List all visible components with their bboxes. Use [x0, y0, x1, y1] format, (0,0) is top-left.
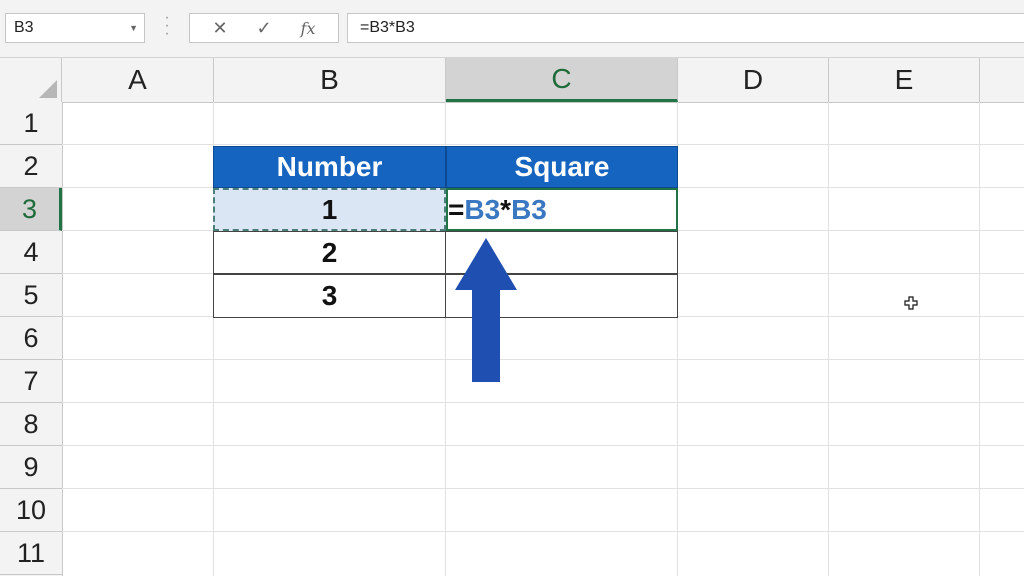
name-box-value: B3 — [14, 19, 34, 36]
row-header-8[interactable]: 8 — [0, 403, 62, 446]
row-headers: 1 2 3 4 5 6 7 8 9 10 11 — [0, 102, 63, 576]
row-header-4[interactable]: 4 — [0, 231, 62, 274]
cell-b3[interactable]: 1 — [213, 188, 446, 231]
column-header-a[interactable]: A — [62, 58, 214, 102]
gridline — [62, 531, 1024, 532]
cell-c3-editing[interactable]: = B3 * B3 — [446, 188, 678, 231]
gridline — [62, 144, 1024, 145]
cell-b5[interactable]: 3 — [213, 274, 446, 318]
gridline — [62, 402, 1024, 403]
name-box[interactable]: B3 ▼ — [5, 13, 145, 43]
select-all-button[interactable] — [0, 58, 62, 102]
column-header-b[interactable]: B — [214, 58, 446, 102]
row-header-7[interactable]: 7 — [0, 360, 62, 403]
cell-cursor-icon — [904, 296, 918, 310]
row-header-5[interactable]: 5 — [0, 274, 62, 317]
close-icon[interactable]: ✕ — [206, 18, 234, 39]
up-arrow-icon — [455, 238, 517, 382]
formula-bar: B3 ▼ · · · ✕ ✓ fx =B3*B3 — [0, 0, 1024, 58]
row-header-3[interactable]: 3 — [0, 188, 62, 231]
formula-reference: B3 — [464, 193, 501, 225]
formula-buttons: ✕ ✓ fx — [189, 13, 339, 43]
row-header-9[interactable]: 9 — [0, 446, 62, 489]
column-header-c[interactable]: C — [446, 58, 678, 102]
gridline — [62, 488, 1024, 489]
chevron-down-icon[interactable]: ▼ — [129, 23, 138, 33]
formula-reference: B3 — [511, 193, 547, 225]
check-icon[interactable]: ✓ — [250, 18, 278, 39]
cell-c2-header[interactable]: Square — [446, 146, 678, 188]
row-header-10[interactable]: 10 — [0, 489, 62, 532]
formula-equals: = — [448, 193, 465, 225]
gridline — [979, 102, 980, 576]
cell-b2-header[interactable]: Number — [213, 146, 446, 188]
gridline — [62, 359, 1024, 360]
cell-b4[interactable]: 2 — [213, 231, 446, 274]
formula-input[interactable]: =B3*B3 — [347, 13, 1024, 43]
row-header-6[interactable]: 6 — [0, 317, 62, 360]
formula-operator: * — [500, 193, 512, 225]
column-header-e[interactable]: E — [829, 58, 980, 102]
column-header-d[interactable]: D — [678, 58, 829, 102]
column-headers: A B C D E — [0, 58, 1024, 103]
row-header-2[interactable]: 2 — [0, 145, 62, 188]
more-icon: · · · — [164, 9, 170, 42]
row-header-11[interactable]: 11 — [0, 532, 62, 575]
insert-function-button[interactable]: fx — [294, 19, 322, 38]
gridline — [62, 445, 1024, 446]
gridline — [828, 102, 829, 576]
formula-text: =B3*B3 — [360, 19, 415, 36]
row-header-1[interactable]: 1 — [0, 102, 62, 145]
